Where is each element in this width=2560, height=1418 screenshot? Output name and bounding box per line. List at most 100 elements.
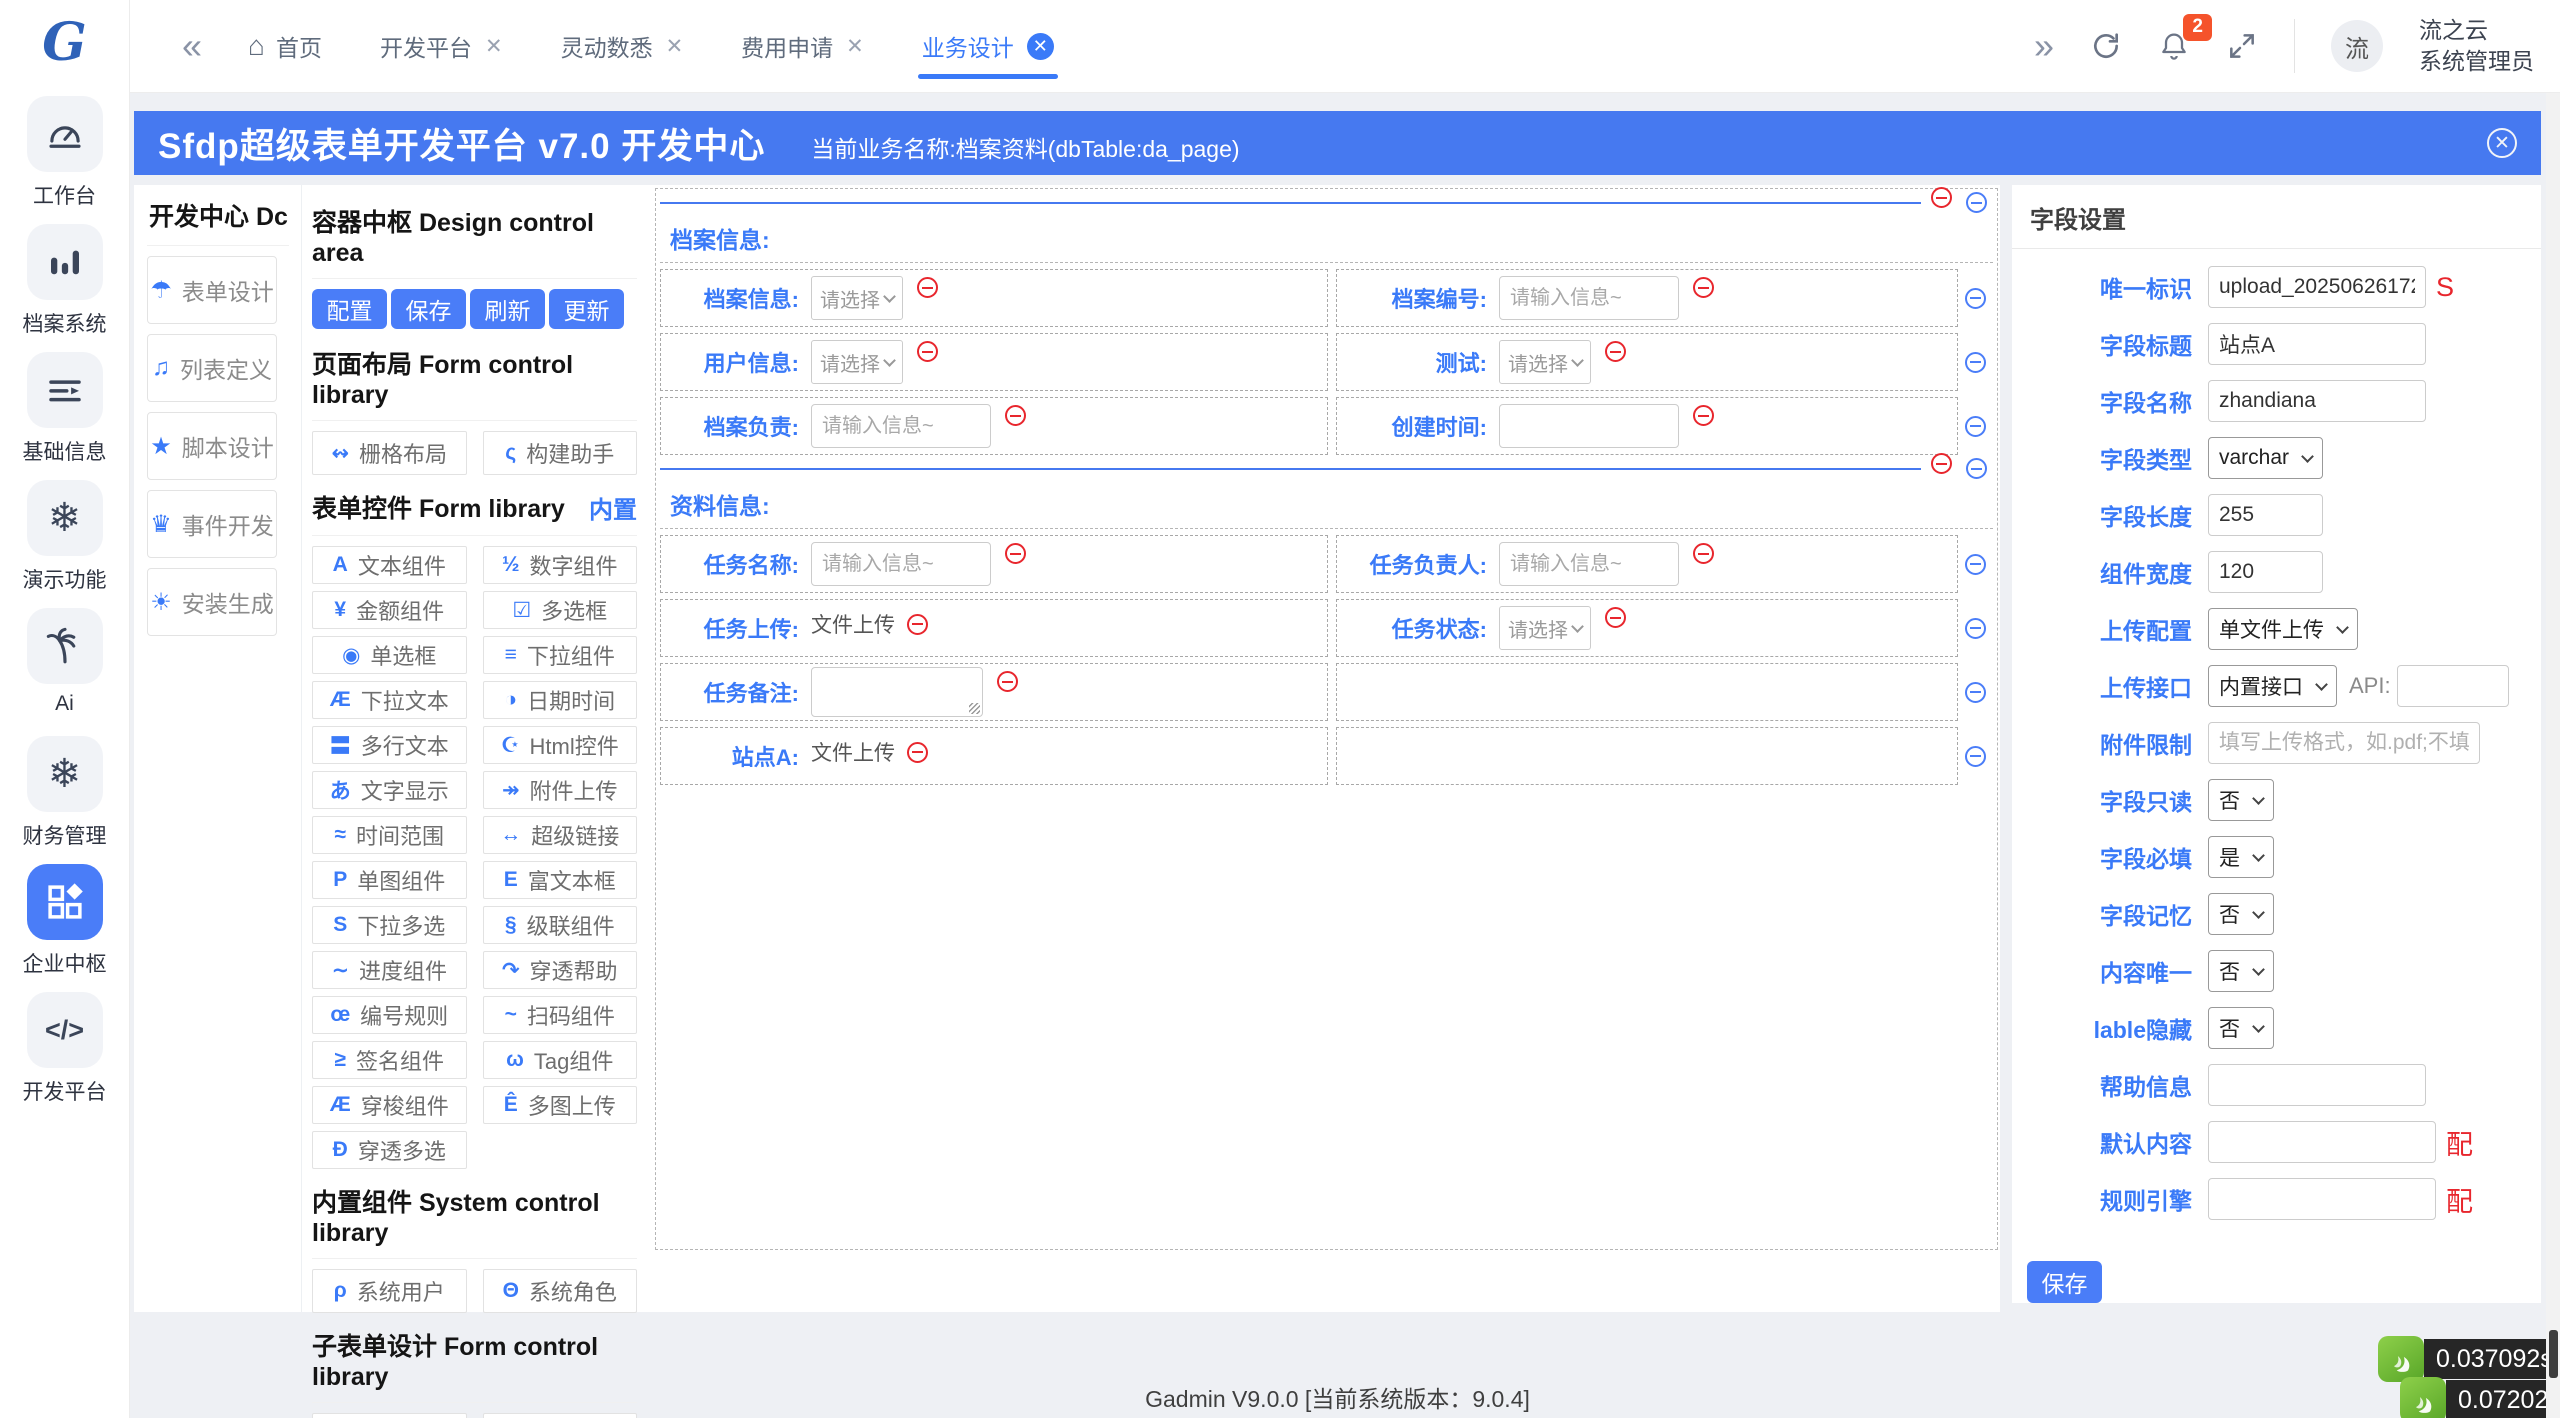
remove-field-icon[interactable] xyxy=(997,671,1018,692)
component-button[interactable]: ς构建助手 xyxy=(483,431,638,475)
component-button[interactable]: Æ穿梭组件 xyxy=(312,1086,467,1124)
settings-input[interactable] xyxy=(2208,380,2426,422)
component-button[interactable]: ½数字组件 xyxy=(483,546,638,584)
remove-field-icon[interactable] xyxy=(1693,543,1714,564)
canvas-cell[interactable]: 任务状态:请选择 xyxy=(1336,599,1958,657)
tab-close-icon[interactable]: ✕ xyxy=(485,34,503,59)
file-upload-link[interactable]: 文件上传 xyxy=(811,609,895,639)
builtin-link[interactable]: 内置 xyxy=(589,490,637,525)
tab-close-icon[interactable]: ✕ xyxy=(846,34,864,59)
canvas-cell[interactable]: 档案编号: xyxy=(1336,269,1958,327)
component-button[interactable]: ≥签名组件 xyxy=(312,1041,467,1079)
form-canvas-area[interactable]: 档案信息:档案信息:请选择档案编号:用户信息:请选择测试:请选择档案负责:创建时… xyxy=(655,188,1998,1250)
component-button[interactable]: ↷穿透帮助 xyxy=(483,951,638,989)
user-avatar[interactable]: 流 xyxy=(2331,20,2383,72)
remove-row-icon[interactable] xyxy=(1965,746,1986,767)
settings-select[interactable]: 否 xyxy=(2208,779,2274,821)
settings-select[interactable]: 是 xyxy=(2208,836,2274,878)
component-button[interactable]: ↔超级链接 xyxy=(483,816,638,854)
remove-field-icon[interactable] xyxy=(907,742,928,763)
remove-group-row-icon[interactable] xyxy=(1966,192,1987,213)
canvas-cell[interactable]: 档案信息:请选择 xyxy=(660,269,1328,327)
field-select[interactable]: 请选择 xyxy=(1499,340,1591,384)
settings-config-link[interactable]: 配 xyxy=(2446,1123,2473,1162)
canvas-cell[interactable]: 用户信息:请选择 xyxy=(660,333,1328,391)
field-select[interactable]: 请选择 xyxy=(811,276,903,320)
canvas-cell[interactable]: 任务备注: xyxy=(660,663,1328,721)
remove-field-icon[interactable] xyxy=(1693,405,1714,426)
component-button[interactable]: §级联组件 xyxy=(483,906,638,944)
remove-row-icon[interactable] xyxy=(1965,618,1986,639)
tab[interactable]: 费用申请✕ xyxy=(741,0,864,92)
settings-input[interactable] xyxy=(2208,551,2323,593)
group-line-row[interactable] xyxy=(660,455,1993,482)
fullscreen-icon[interactable] xyxy=(2226,30,2258,62)
remove-row-icon[interactable] xyxy=(1965,288,1986,309)
remove-row-icon[interactable] xyxy=(1965,554,1986,575)
field-input[interactable] xyxy=(811,404,991,448)
component-button[interactable]: ↠附件上传 xyxy=(483,771,638,809)
settings-select[interactable]: 单文件上传 xyxy=(2208,608,2358,650)
notifications-bell-icon[interactable]: 2 xyxy=(2158,30,2190,62)
remove-field-icon[interactable] xyxy=(1005,543,1026,564)
component-button[interactable]: E富文本框 xyxy=(483,861,638,899)
settings-config-link[interactable]: S xyxy=(2436,272,2454,303)
remove-row-icon[interactable] xyxy=(1965,416,1986,437)
component-button[interactable]: あ文字显示 xyxy=(312,771,467,809)
field-input[interactable] xyxy=(1499,276,1679,320)
container-action-button[interactable]: 保存 xyxy=(391,289,466,329)
save-field-button[interactable]: 保存 xyxy=(2027,1261,2102,1303)
component-button[interactable]: Ð穿透多选 xyxy=(312,1131,467,1169)
sidebar-item[interactable]: 工作台 xyxy=(0,96,129,224)
settings-input[interactable] xyxy=(2208,266,2426,308)
tab[interactable]: 灵动数悉✕ xyxy=(561,0,684,92)
settings-select[interactable]: varchar xyxy=(2208,437,2323,479)
component-button[interactable]: œ编号规则 xyxy=(312,996,467,1034)
component-button[interactable]: ≡下拉组件 xyxy=(483,636,638,674)
settings-config-link[interactable]: 配 xyxy=(2446,1180,2473,1219)
remove-field-icon[interactable] xyxy=(1605,341,1626,362)
tab[interactable]: ⌂首页 xyxy=(248,0,322,92)
remove-field-icon[interactable] xyxy=(907,614,928,635)
component-button[interactable]: Ê多图上传 xyxy=(483,1086,638,1124)
remove-row-icon[interactable] xyxy=(1965,352,1986,373)
flame-icon[interactable] xyxy=(2400,1377,2446,1418)
dev-center-button[interactable]: ♛事件开发 xyxy=(147,490,277,558)
remove-group-icon[interactable] xyxy=(1931,187,1952,208)
sidebar-item[interactable]: 档案系统 xyxy=(0,224,129,352)
field-input[interactable] xyxy=(1499,404,1679,448)
component-button[interactable]: P单图组件 xyxy=(312,861,467,899)
sidebar-item[interactable]: </​>开发平台 xyxy=(0,992,129,1120)
dev-center-button[interactable]: ☀安装生成 xyxy=(147,568,277,636)
settings-select[interactable]: 内置接口 xyxy=(2208,665,2337,707)
canvas-cell[interactable]: 任务上传:文件上传 xyxy=(660,599,1328,657)
container-action-button[interactable]: 更新 xyxy=(549,289,624,329)
canvas-cell[interactable]: 站点A:文件上传 xyxy=(660,727,1328,785)
container-action-button[interactable]: 配置 xyxy=(312,289,387,329)
component-button[interactable]: ◑日期时间 xyxy=(483,681,638,719)
settings-input[interactable] xyxy=(2208,722,2480,764)
tab[interactable]: 业务设计✕ xyxy=(922,0,1054,92)
settings-input[interactable] xyxy=(2208,1121,2436,1163)
close-designer-icon[interactable]: ✕ xyxy=(2487,128,2517,158)
component-button[interactable]: A文本组件 xyxy=(312,546,467,584)
component-button[interactable]: ☪Html控件 xyxy=(483,726,638,764)
scrollbar-track[interactable] xyxy=(2546,93,2560,1418)
field-select[interactable]: 请选择 xyxy=(811,340,903,384)
component-button[interactable]: S下拉多选 xyxy=(312,906,467,944)
component-button[interactable]: ρ系统用户 xyxy=(312,1269,467,1313)
remove-field-icon[interactable] xyxy=(1605,607,1626,628)
component-button[interactable]: ↭栅格布局 xyxy=(312,431,467,475)
settings-input[interactable] xyxy=(2208,1178,2436,1220)
canvas-cell[interactable] xyxy=(1336,663,1958,721)
component-button[interactable]: Θ系统角色 xyxy=(483,1269,638,1313)
expand-menu-icon[interactable]: » xyxy=(2034,28,2054,64)
component-button[interactable]: ~扫码组件 xyxy=(483,996,638,1034)
remove-group-icon[interactable] xyxy=(1931,453,1952,474)
remove-field-icon[interactable] xyxy=(1005,405,1026,426)
sidebar-item[interactable]: Ai xyxy=(0,608,129,736)
canvas-cell[interactable] xyxy=(1336,727,1958,785)
component-button[interactable]: ◉单选框 xyxy=(312,636,467,674)
remove-field-icon[interactable] xyxy=(917,277,938,298)
sidebar-item[interactable]: 基础信息 xyxy=(0,352,129,480)
